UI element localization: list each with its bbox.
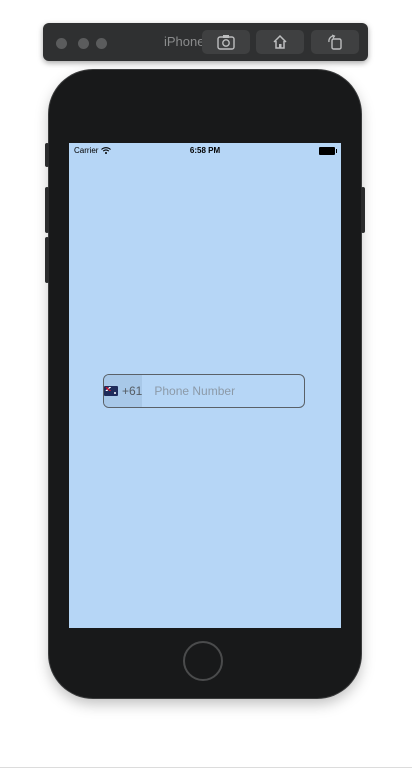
home-button-toolbar[interactable]: [256, 30, 304, 54]
country-code-label: +61: [122, 384, 143, 398]
simulator-toolbar: iPhone SE...: [43, 23, 368, 61]
screenshot-icon: [217, 35, 235, 50]
australia-flag-icon: [104, 386, 118, 396]
home-icon: [273, 34, 287, 49]
phone-number-field[interactable]: [142, 375, 304, 407]
device-screen: Carrier 6:58 PM +61: [69, 143, 341, 628]
simulator-window: iPhone SE... Carrier 6:58 PM +61 Phone N…: [0, 0, 412, 770]
zoom-window-dot[interactable]: [96, 38, 107, 49]
rotate-icon: [328, 34, 342, 50]
battery-icon: [319, 147, 337, 155]
status-time: 6:58 PM: [189, 146, 221, 155]
country-code-selector[interactable]: +61: [104, 375, 143, 407]
volume-down-button: [45, 237, 49, 283]
screenshot-button[interactable]: [202, 30, 250, 54]
status-bar: Carrier 6:58 PM: [69, 143, 341, 159]
rotate-button[interactable]: [311, 30, 359, 54]
close-window-dot[interactable]: [56, 38, 67, 49]
power-button: [361, 187, 365, 233]
divider: [0, 767, 412, 768]
home-button[interactable]: [183, 641, 223, 681]
minimize-window-dot[interactable]: [78, 38, 89, 49]
phone-number-input-group: +61: [103, 374, 305, 408]
volume-up-button: [45, 187, 49, 233]
mute-switch: [45, 143, 49, 167]
